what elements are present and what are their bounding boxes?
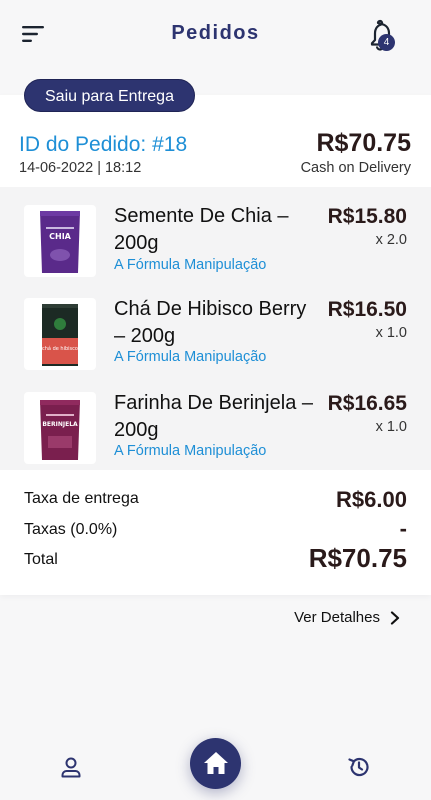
- delivery-fee-label: Taxa de entrega: [24, 490, 139, 507]
- item-price: R$16.50: [327, 298, 407, 321]
- bottom-nav: [0, 720, 431, 800]
- notification-badge: 4: [378, 34, 395, 51]
- item-name: Farinha De Berinjela – 200g: [114, 392, 313, 441]
- home-button[interactable]: [190, 738, 241, 789]
- total-value: R$70.75: [308, 543, 407, 573]
- taxes-value: -: [399, 516, 407, 541]
- home-icon: [204, 752, 228, 774]
- payment-method: Cash on Delivery: [300, 160, 411, 176]
- item-price: R$15.80: [327, 205, 407, 228]
- item-quantity: x 2.0: [375, 232, 407, 248]
- order-total: R$70.75: [316, 129, 411, 157]
- chevron-right-icon: [390, 610, 400, 625]
- view-details-link[interactable]: Ver Detalhes: [294, 609, 400, 626]
- taxes-label: Taxas (0.0%): [24, 521, 118, 538]
- order-items-list: CHIA Semente De Chia – 200g A Fórmula Ma…: [0, 187, 431, 470]
- item-brand: A Fórmula Manipulação: [114, 443, 267, 459]
- history-icon[interactable]: [347, 755, 371, 779]
- order-datetime: 14-06-2022 | 18:12: [19, 160, 142, 176]
- package-label: BERINJELA: [42, 421, 78, 428]
- item-name: Chá De Hibisco Berry – 200g: [114, 298, 307, 347]
- product-image: chá de hibisco: [24, 298, 96, 370]
- item-quantity: x 1.0: [375, 419, 407, 435]
- delivery-fee-value: R$6.00: [336, 487, 407, 512]
- app-header: Pedidos 4: [0, 0, 431, 70]
- list-item[interactable]: chá de hibisco Chá De Hibisco Berry – 20…: [0, 288, 431, 378]
- item-brand: A Fórmula Manipulação: [114, 349, 267, 365]
- product-image: CHIA: [24, 205, 96, 277]
- user-icon[interactable]: [60, 756, 82, 778]
- list-item[interactable]: CHIA Semente De Chia – 200g A Fórmula Ma…: [0, 195, 431, 285]
- item-name: Semente De Chia – 200g: [114, 205, 289, 254]
- item-quantity: x 1.0: [375, 325, 407, 341]
- item-price: R$16.65: [327, 392, 407, 415]
- order-id: ID do Pedido: #18: [19, 133, 188, 156]
- package-label: chá de hibisco: [42, 345, 78, 352]
- product-image: BERINJELA: [24, 392, 96, 464]
- order-status-badge[interactable]: Saiu para Entrega: [24, 79, 195, 112]
- list-item[interactable]: BERINJELA Farinha De Berinjela – 200g A …: [0, 382, 431, 472]
- package-label: CHIA: [49, 232, 72, 241]
- item-brand: A Fórmula Manipulação: [114, 257, 267, 273]
- view-details-label: Ver Detalhes: [294, 609, 380, 626]
- total-label: Total: [24, 551, 58, 568]
